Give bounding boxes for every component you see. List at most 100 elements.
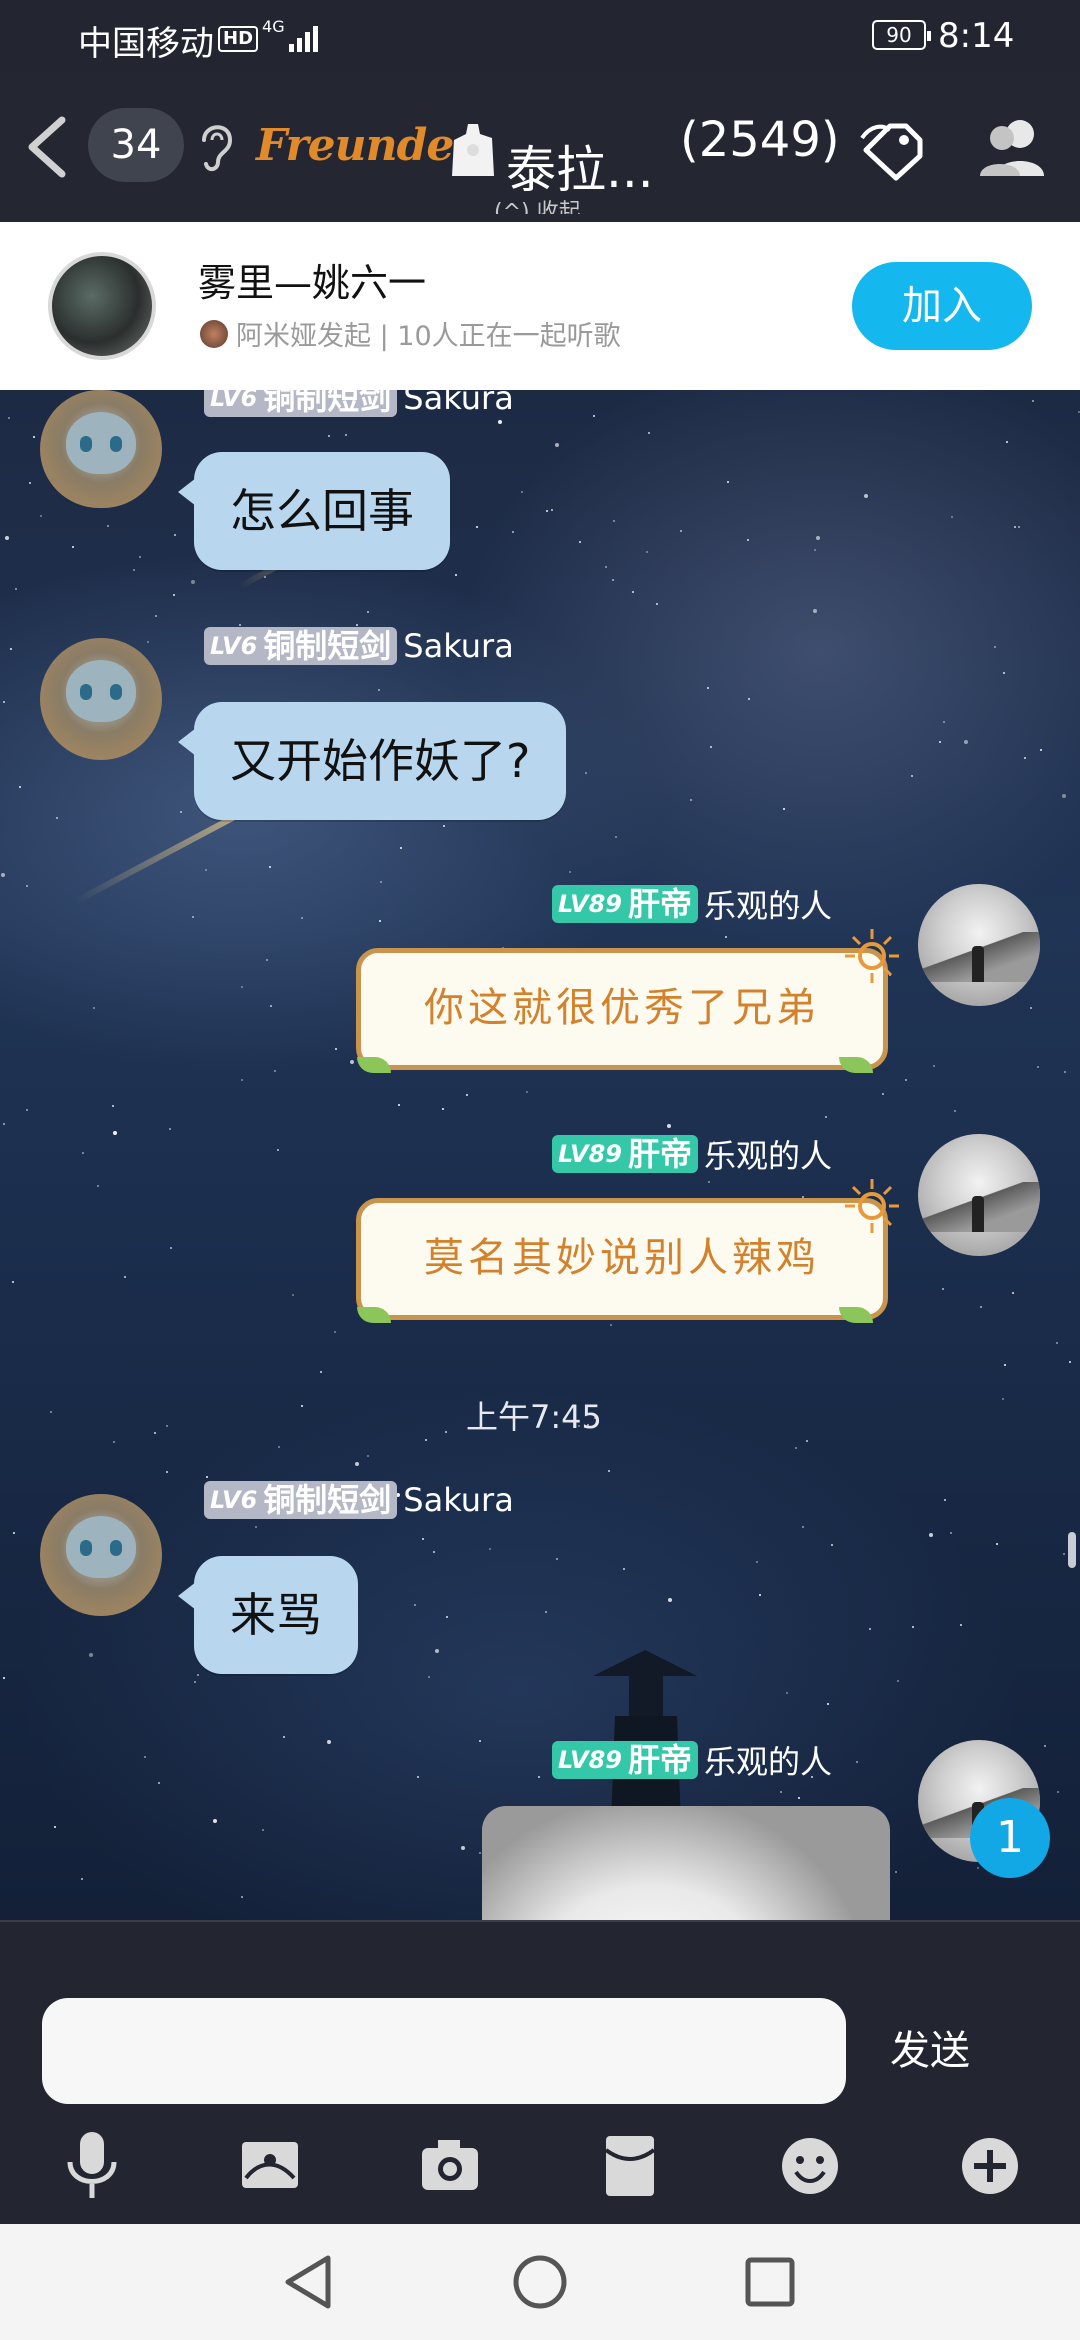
star-decoration [13,1532,15,1534]
scrollbar[interactable] [1068,1532,1076,1568]
unread-count-badge[interactable]: 34 [88,108,184,182]
star-decoration [345,434,347,436]
star-decoration [158,1782,160,1784]
red-packet-icon[interactable] [598,2130,662,2200]
star-decoration [943,721,945,723]
star-decoration [479,1740,481,1742]
star-decoration [1004,1364,1006,1366]
star-decoration [379,920,381,922]
back-triangle-icon[interactable] [278,2250,342,2314]
star-decoration [831,1544,833,1546]
image-message[interactable] [482,1806,890,1920]
emoji-icon[interactable] [778,2130,842,2200]
star-decoration [277,1149,279,1151]
sender-name[interactable]: Sakura [403,1481,514,1519]
members-icon[interactable] [976,116,1048,178]
message-bubble[interactable]: 怎么回事 [178,452,450,570]
sender-avatar[interactable] [918,884,1040,1006]
sender-avatar[interactable] [40,1494,162,1616]
message-bubble[interactable]: 又开始作妖了? [177,702,567,820]
back-icon[interactable] [18,112,78,182]
star-decoration [334,1331,336,1333]
join-button[interactable]: 加入 [852,262,1032,350]
leaf-decoration [357,1057,391,1073]
initiator-avatar [200,319,228,348]
camera-icon[interactable] [418,2130,482,2200]
star-decoration [538,1776,540,1778]
message-bubble[interactable]: 你这就很优秀了兄弟 [356,929,899,1073]
star-decoration [786,1692,788,1694]
star-decoration [556,1558,558,1560]
star-decoration [97,1185,99,1187]
sender-name[interactable]: Sakura [403,390,514,417]
listen-together-banner: 雾里—姚六一 阿米娅发起 | 10人正在一起听歌 加入 [0,222,1080,390]
microphone-icon[interactable] [60,2130,124,2200]
home-circle-icon[interactable] [508,2250,572,2314]
star-decoration [367,1455,369,1457]
send-button[interactable]: 发送 [890,2018,970,2076]
star-decoration [194,1681,196,1683]
star-decoration [1037,1066,1039,1068]
star-decoration [546,510,548,512]
star-decoration [26,885,28,887]
message-bubble[interactable]: 莫名其妙说别人辣鸡 [356,1179,899,1323]
title-badge: 铜制短剑 [263,1481,398,1519]
sender-avatar[interactable] [40,638,162,760]
star-decoration [939,741,941,743]
star-decoration [1062,794,1066,798]
star-decoration [579,541,581,543]
share-icon[interactable] [856,116,928,182]
title-badge: 肝帝 [627,1135,698,1173]
star-decoration [612,579,614,581]
star-decoration [551,509,553,511]
star-decoration [270,1005,272,1007]
sender-name[interactable]: 乐观的人 [704,1131,832,1177]
ear-icon[interactable] [196,118,236,174]
plus-icon[interactable] [958,2130,1022,2200]
star-decoration [1006,441,1008,443]
image-icon[interactable] [238,2130,302,2200]
star-decoration [266,959,268,961]
recent-square-icon[interactable] [738,2250,802,2314]
sender-tag: LV89 肝帝 乐观的人 [552,1737,832,1783]
sender-avatar[interactable] [40,390,162,508]
star-decoration [56,817,58,819]
member-count: (2549) [680,112,840,168]
sender-avatar[interactable] [918,1134,1040,1256]
star-decoration [5,536,9,540]
chat-area[interactable]: LV6 铜制短剑 Sakura 怎么回事 LV6 铜制短剑 Sakura 又开始… [0,390,1080,1920]
star-decoration [15,588,17,590]
star-decoration [526,1091,528,1093]
star-decoration [994,646,996,648]
song-cover[interactable] [48,252,156,360]
star-decoration [1002,1398,1004,1400]
star-decoration [869,1628,871,1630]
star-decoration [648,432,650,434]
message-bubble[interactable]: 来骂 [178,1556,358,1674]
star-decoration [328,435,330,437]
message-input[interactable] [42,1998,846,2104]
room-name[interactable]: 泰拉... [506,130,654,202]
collapse-toggle[interactable]: (^) 收起 [494,194,581,214]
star-decoration [455,574,457,576]
new-message-badge[interactable]: 1 [970,1798,1050,1878]
star-decoration [950,1532,952,1534]
star-decoration [433,1551,435,1553]
star-decoration [656,603,658,605]
star-decoration [1057,1791,1059,1793]
sender-name[interactable]: 乐观的人 [704,881,832,927]
brand-logo: Freunde [256,120,454,171]
star-decoration [12,1281,14,1283]
title-badge: 铜制短剑 [263,627,398,665]
star-decoration [113,1441,115,1443]
star-decoration [667,1124,671,1128]
sender-tag: LV89 肝帝 乐观的人 [552,881,832,927]
star-decoration [269,866,271,868]
star-decoration [191,580,195,584]
star-decoration [646,551,648,553]
sender-name[interactable]: Sakura [403,627,514,665]
sender-name[interactable]: 乐观的人 [704,1737,832,1783]
star-decoration [350,1060,354,1064]
network-type: 4G [262,17,285,36]
signal-bars-icon [288,26,318,52]
